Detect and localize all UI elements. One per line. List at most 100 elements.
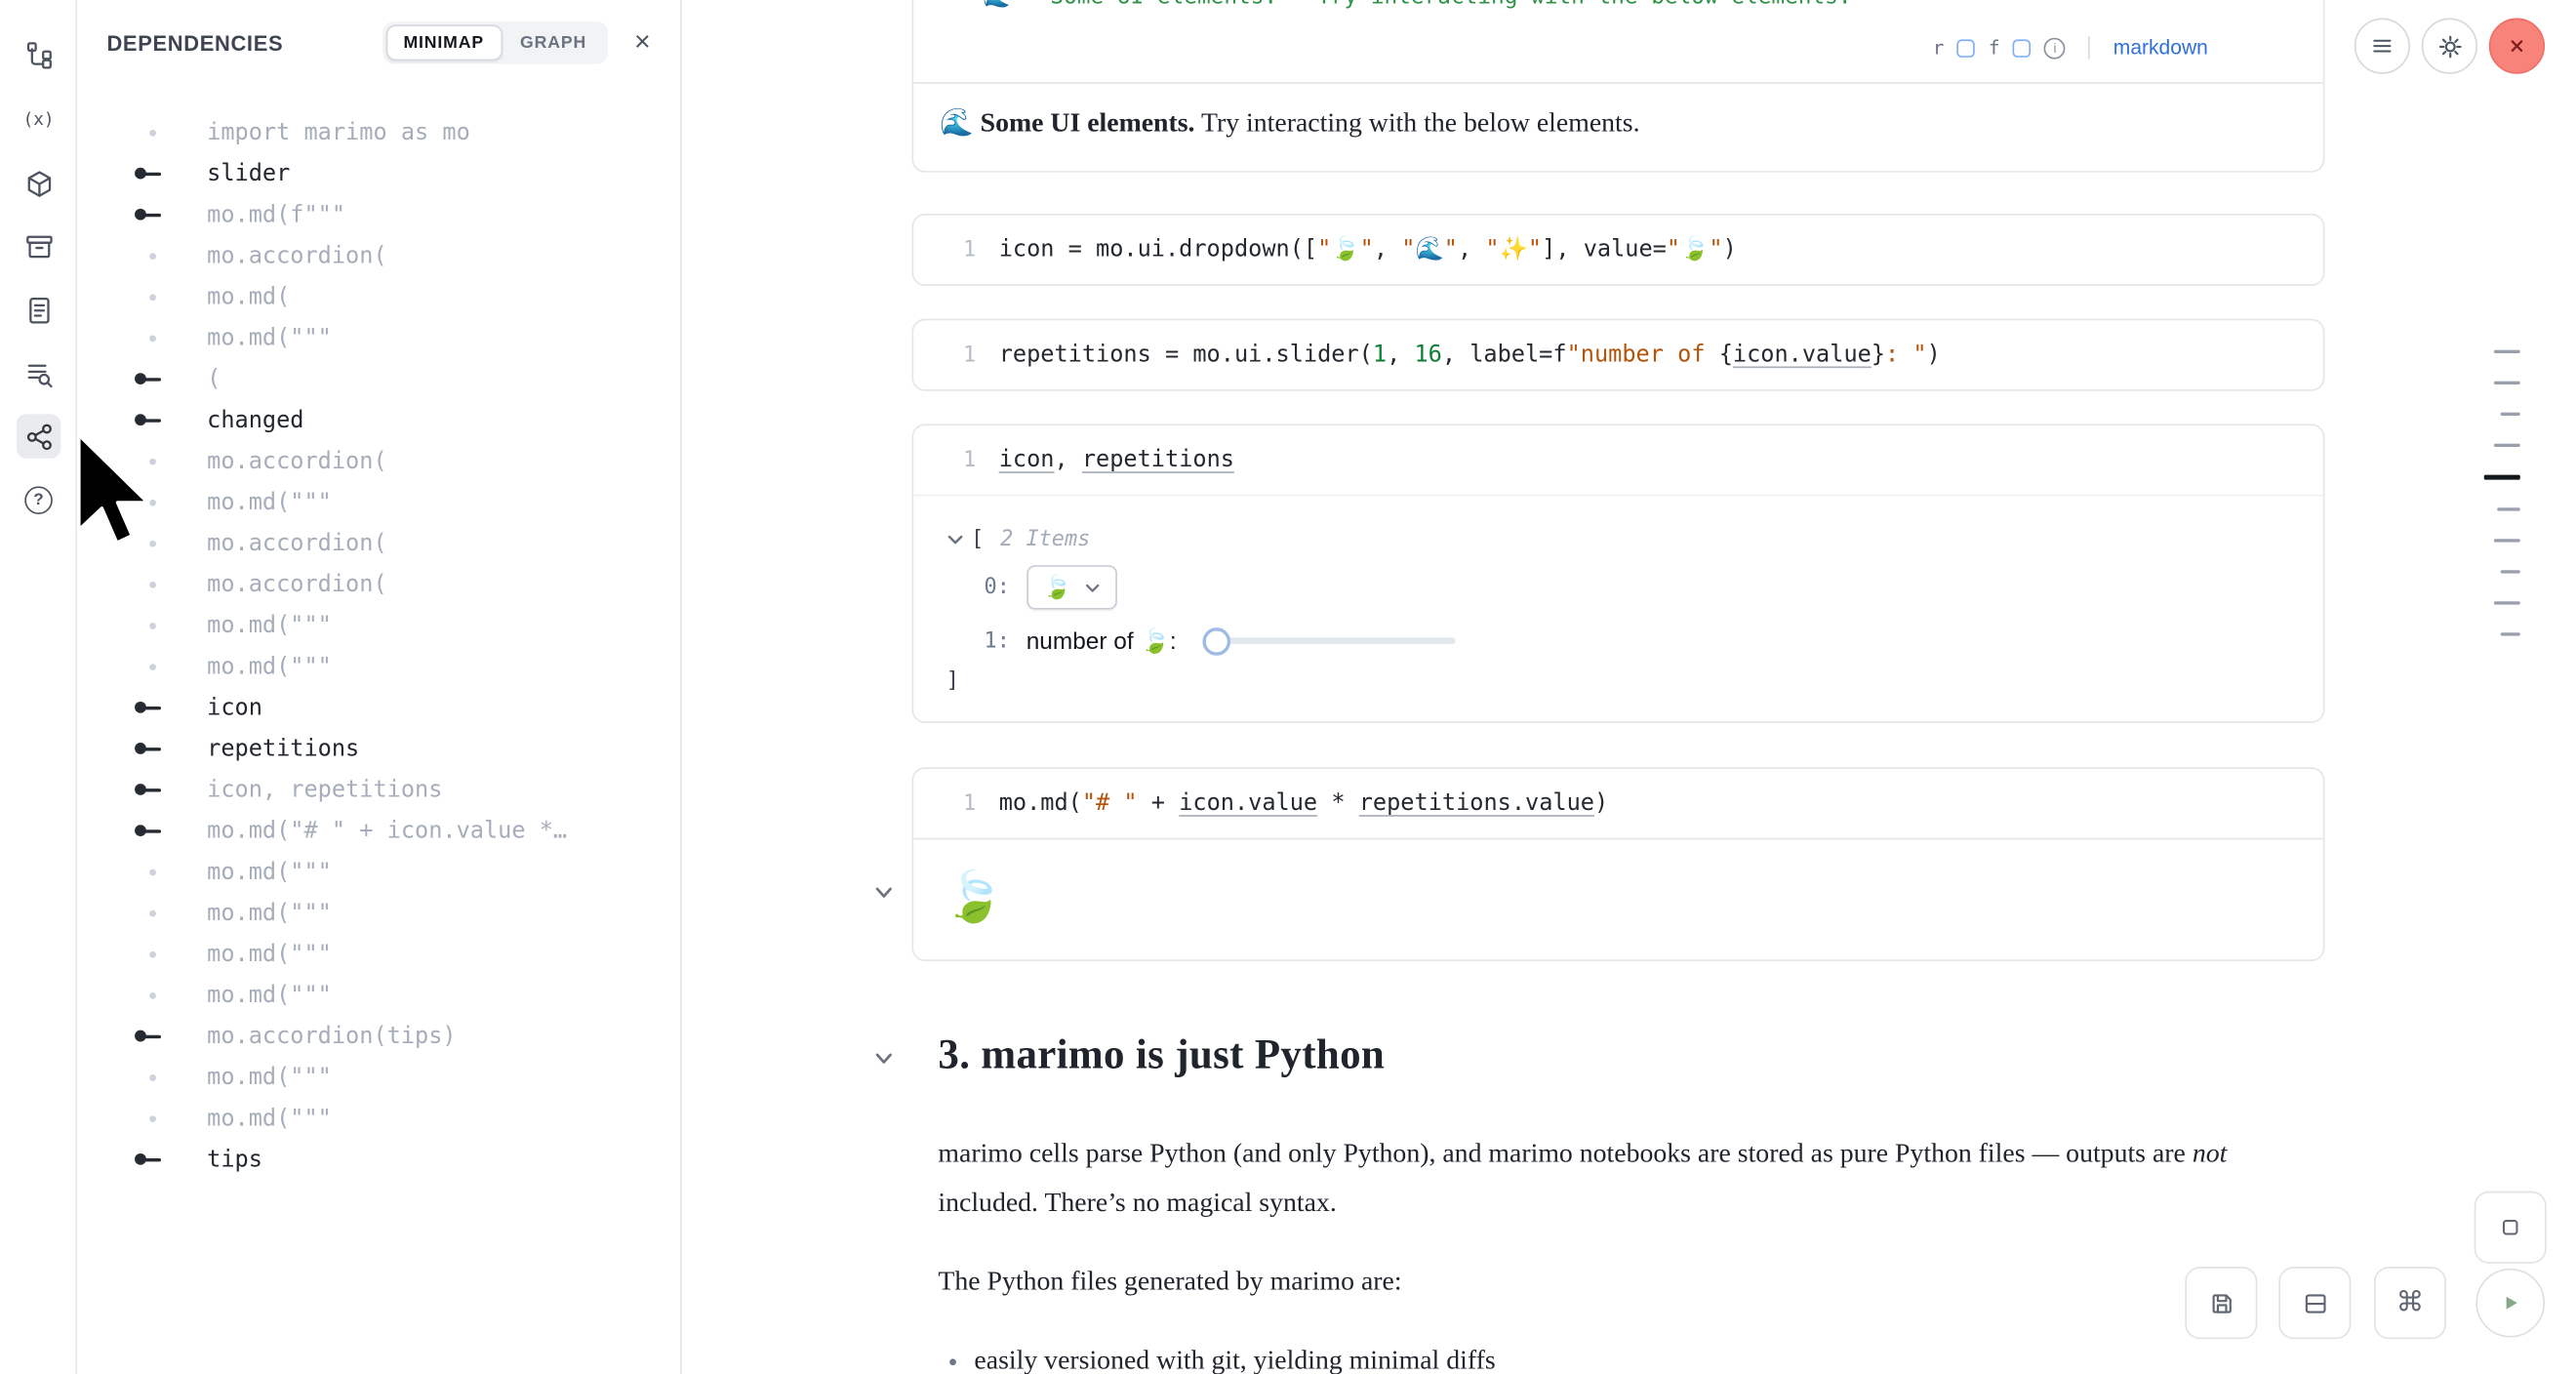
box-icon[interactable]: [17, 223, 60, 267]
node-marker-icon: [132, 373, 175, 384]
minimap-row[interactable]: mo.accordion(: [77, 522, 680, 563]
f-checkbox[interactable]: [2013, 39, 2032, 58]
minimap-dash[interactable]: [2501, 413, 2520, 416]
collapse-chevron-icon[interactable]: [946, 530, 965, 548]
minimap-row-label: mo.md(""": [207, 325, 332, 351]
paragraph-1-text: marimo cells parse Python (and only Pyth…: [938, 1137, 2192, 1168]
minimap-row[interactable]: mo.md(""": [77, 892, 680, 933]
collapse-section-chevron-icon[interactable]: [872, 1047, 896, 1071]
minimap-row-label: mo.md(f""": [207, 201, 345, 227]
minimap-row-label: import marimo as mo: [207, 119, 470, 145]
minimap-row-label: mo.md(""": [207, 653, 332, 679]
minimap-row[interactable]: mo.accordion(: [77, 564, 680, 605]
panel-toggle-button[interactable]: [2475, 1192, 2547, 1264]
hamburger-icon: [2369, 33, 2395, 60]
settings-button[interactable]: [2422, 19, 2477, 74]
minimap-row[interactable]: icon, repetitions: [77, 769, 680, 810]
tab-minimap[interactable]: MINIMAP: [385, 24, 503, 61]
dependencies-header: DEPENDENCIES MINIMAP GRAPH ×: [77, 0, 680, 86]
paragraph-1-text-end: included. There’s no magical syntax.: [938, 1187, 1336, 1218]
layout-button[interactable]: [2278, 1267, 2351, 1339]
minimap-row[interactable]: mo.md(f""": [77, 194, 680, 235]
minimap-dash[interactable]: [2494, 444, 2520, 447]
package-icon[interactable]: [17, 161, 60, 205]
minimap-dash[interactable]: [2494, 539, 2520, 542]
minimap-dash[interactable]: [2494, 350, 2520, 353]
bullet-list: easily versioned with git, yielding mini…: [974, 1336, 2265, 1374]
code-editor[interactable]: 1 icon, repetitions: [913, 425, 2323, 495]
node-marker-icon: [132, 825, 175, 836]
minimap-row-label: (: [207, 366, 221, 392]
node-marker-icon: [132, 458, 175, 465]
minimap-dash[interactable]: [2501, 632, 2520, 635]
node-marker-icon: [132, 581, 175, 587]
minimap-row-label: mo.md(""": [207, 489, 332, 515]
dependency-graph-icon[interactable]: [17, 414, 60, 458]
section-heading: 3. marimo is just Python: [938, 1030, 2265, 1080]
minimap-row[interactable]: mo.md(""": [77, 317, 680, 358]
language-link[interactable]: markdown: [2113, 36, 2208, 60]
run-button[interactable]: [2475, 1269, 2545, 1338]
minimap-row[interactable]: import marimo as mo: [77, 111, 680, 152]
code-editor[interactable]: 1 mo.md("# " + icon.value * repetitions.…: [913, 769, 2323, 838]
minimap-row[interactable]: mo.accordion(: [77, 440, 680, 481]
minimap-list: import marimo as mo slider mo.md(f""" mo…: [77, 111, 680, 1374]
minimap-row[interactable]: repetitions: [77, 728, 680, 769]
minimap-row[interactable]: mo.md(""": [77, 646, 680, 687]
menu-button[interactable]: [2355, 19, 2410, 74]
minimap-row[interactable]: mo.md(""": [77, 933, 680, 974]
minimap-row[interactable]: mo.md(""": [77, 851, 680, 892]
variables-glyph: (x): [23, 109, 55, 129]
node-marker-icon: [132, 209, 175, 221]
minimap-row[interactable]: mo.md(""": [77, 1057, 680, 1098]
slider-track[interactable]: [1216, 637, 1456, 644]
md-expr-output: 🍃: [913, 838, 2323, 958]
code-line: icon, repetitions: [999, 447, 1234, 473]
cell-footer: r f i markdown: [913, 13, 2323, 82]
array-item-1: 1: number of 🍃:: [985, 626, 2297, 655]
variables-icon[interactable]: (x): [17, 97, 60, 141]
minimap-row[interactable]: changed: [77, 399, 680, 440]
minimap-dash[interactable]: [2501, 570, 2520, 573]
minimap-row[interactable]: mo.md(""": [77, 605, 680, 646]
code-cell-md-expr: 1 mo.md("# " + icon.value * repetitions.…: [911, 767, 2324, 961]
minimap-row[interactable]: icon: [77, 687, 680, 728]
save-button[interactable]: [2185, 1267, 2257, 1339]
logs-icon[interactable]: [17, 351, 60, 395]
minimap-row[interactable]: mo.md(""": [77, 481, 680, 522]
minimap-row[interactable]: mo.md(""": [77, 1098, 680, 1139]
minimap-row[interactable]: mo.md(: [77, 276, 680, 317]
code-editor[interactable]: 1 icon = mo.ui.dropdown(["🍃", "🌊", "✨"],…: [913, 216, 2323, 285]
f-toggle-label: f: [1989, 36, 2000, 60]
markdown-editor[interactable]: "🌊 **Some UI elements.** Try interacting…: [913, 0, 2323, 13]
code-editor[interactable]: 1 repetitions = mo.ui.slider(1, 16, labe…: [913, 320, 2323, 389]
minimap-row[interactable]: mo.md("# " + icon.value *…: [77, 810, 680, 851]
rows-icon: [2301, 1289, 2329, 1317]
minimap-row[interactable]: (: [77, 358, 680, 399]
dropdown-select[interactable]: 🍃: [1026, 565, 1117, 609]
shutdown-button[interactable]: [2489, 19, 2545, 74]
minimap-row[interactable]: mo.accordion(: [77, 235, 680, 276]
documentation-icon[interactable]: [17, 288, 60, 332]
node-marker-icon: [132, 168, 175, 180]
close-panel-icon[interactable]: ×: [624, 24, 661, 61]
slider-thumb[interactable]: [1203, 626, 1231, 655]
code-line: icon = mo.ui.dropdown(["🍃", "🌊", "✨"], v…: [999, 236, 1737, 263]
minimap-row[interactable]: mo.accordion(tips): [77, 1016, 680, 1057]
help-icon[interactable]: ?: [17, 478, 60, 522]
minimap-dash[interactable]: [2484, 475, 2520, 480]
keyboard-shortcuts-button[interactable]: ⌘: [2374, 1267, 2446, 1339]
collapse-output-chevron-icon[interactable]: [872, 880, 896, 904]
minimap-dash[interactable]: [2494, 382, 2520, 384]
minimap-row-label: mo.accordion(: [207, 530, 386, 556]
info-icon[interactable]: i: [2044, 37, 2066, 59]
node-marker-icon: [132, 540, 175, 546]
minimap-row[interactable]: mo.md(""": [77, 974, 680, 1015]
minimap-row[interactable]: slider: [77, 153, 680, 194]
minimap-dash[interactable]: [2497, 507, 2520, 510]
file-tree-icon[interactable]: [17, 33, 60, 77]
r-checkbox[interactable]: [1957, 39, 1976, 58]
minimap-dash[interactable]: [2494, 601, 2520, 604]
minimap-row[interactable]: tips: [77, 1139, 680, 1180]
tab-graph[interactable]: GRAPH: [503, 24, 605, 61]
